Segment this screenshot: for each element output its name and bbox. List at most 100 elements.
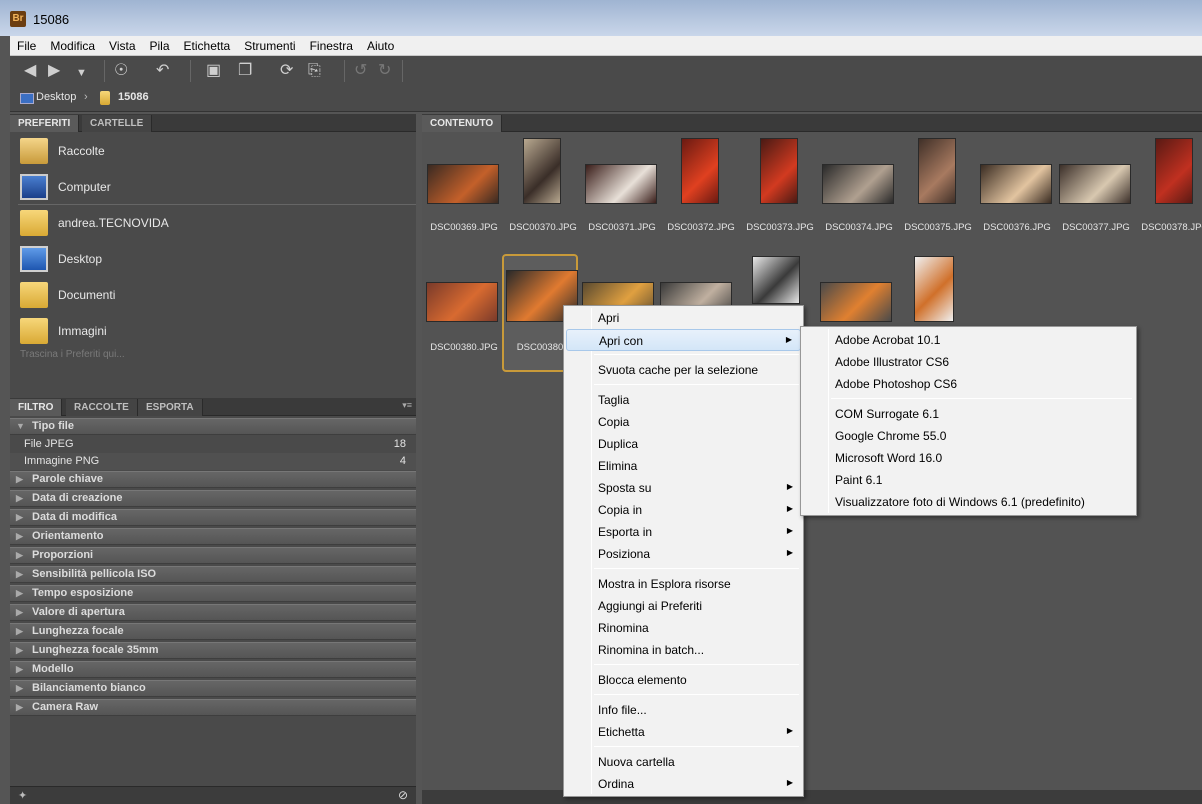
collapsed-triangle-icon: ▶ — [16, 702, 23, 712]
pin-icon[interactable]: ✦ — [18, 789, 27, 802]
thumbnail-image — [585, 164, 657, 204]
filter-png[interactable]: Immagine PNG 4 — [10, 453, 416, 470]
menu-item[interactable]: Etichetta ▶ — [566, 721, 801, 743]
filter-category[interactable]: ▶ Data di creazione — [10, 490, 416, 507]
bridge-app-icon: Br — [10, 11, 26, 27]
menu-item[interactable]: Apri con ▶ — [566, 329, 801, 351]
refine-icon[interactable]: ❐ — [238, 62, 252, 80]
filter-jpeg[interactable]: File JPEG 18 — [10, 436, 416, 453]
menu-item[interactable]: Copia — [566, 411, 801, 433]
rotate-right-icon[interactable]: ↻ — [378, 62, 391, 80]
thumbnail[interactable]: DSC00380.JPG — [424, 254, 500, 372]
menu-item[interactable]: Taglia — [566, 389, 801, 411]
thumbnail[interactable]: DSC00378.JPG — [1135, 134, 1202, 252]
menu-item[interactable]: Visualizzatore foto di Windows 6.1 (pred… — [803, 491, 1134, 513]
filter-category[interactable]: ▶ Lunghezza focale — [10, 623, 416, 640]
menu-aiuto[interactable]: Aiuto — [360, 36, 401, 53]
favorite-immagini[interactable]: Immagini — [18, 314, 408, 348]
menu-item[interactable]: Info file... — [566, 699, 801, 721]
menu-item[interactable]: Blocca elemento — [566, 669, 801, 691]
reveal-recent-icon[interactable]: ☉ — [114, 62, 128, 80]
menu-etichetta[interactable]: Etichetta — [177, 36, 238, 53]
thumbnail[interactable]: DSC00376.JPG — [977, 134, 1053, 252]
menu-item[interactable]: Microsoft Word 16.0 — [803, 447, 1134, 469]
menu-item[interactable]: Aggiungi ai Preferiti — [566, 595, 801, 617]
filter-category[interactable]: ▶ Camera Raw — [10, 699, 416, 716]
history-dropdown-icon[interactable]: ▼ — [76, 64, 87, 82]
collapsed-triangle-icon: ▶ — [16, 569, 23, 579]
filter-category[interactable]: ▶ Data di modifica — [10, 509, 416, 526]
thumbnail[interactable]: DSC00371.JPG — [582, 134, 658, 252]
menu-vista[interactable]: Vista — [102, 36, 142, 53]
forward-arrow-icon[interactable]: ▶ — [48, 62, 60, 80]
breadcrumb-current[interactable]: 15086 — [118, 91, 149, 103]
thumbnail-image[interactable] — [820, 282, 892, 322]
menu-item[interactable]: Ordina ▶ — [566, 773, 801, 795]
favorite-computer[interactable]: Computer — [18, 170, 408, 204]
panel-menu-icon[interactable]: ▾≡ — [402, 400, 412, 411]
tab-preferiti[interactable]: PREFERITI — [10, 115, 80, 132]
menu-item[interactable]: Apri — [566, 307, 801, 329]
menu-item[interactable]: Mostra in Esplora risorse — [566, 573, 801, 595]
menu-item[interactable]: Posiziona ▶ — [566, 543, 801, 565]
filter-category[interactable]: ▶ Proporzioni — [10, 547, 416, 564]
thumbnail[interactable]: DSC00373.JPG — [740, 134, 816, 252]
filter-category[interactable]: ▶ Lunghezza focale 35mm — [10, 642, 416, 659]
thumbnail[interactable]: DSC00377.JPG — [1056, 134, 1132, 252]
tab-raccolte[interactable]: RACCOLTE — [66, 399, 138, 416]
menu-finestra[interactable]: Finestra — [303, 36, 360, 53]
favorite-desktop[interactable]: Desktop — [18, 242, 408, 276]
tab-contenuto[interactable]: CONTENUTO — [422, 115, 503, 132]
menu-item[interactable]: Nuova cartella — [566, 751, 801, 773]
thumbnail[interactable]: DSC00374.JPG — [819, 134, 895, 252]
filter-category[interactable]: ▶ Bilanciamento bianco — [10, 680, 416, 697]
thumbnail[interactable]: DSC00372.JPG — [661, 134, 737, 252]
clear-filter-icon[interactable]: ⊘ — [398, 788, 408, 802]
refresh-icon[interactable]: ⟳ — [280, 62, 293, 80]
menu-item[interactable]: Sposta su ▶ — [566, 477, 801, 499]
thumbnail[interactable]: DSC00369.JPG — [424, 134, 500, 252]
menu-item[interactable]: Adobe Acrobat 10.1 — [803, 329, 1134, 351]
menu-item[interactable]: Esporta in ▶ — [566, 521, 801, 543]
menu-separator — [831, 398, 1132, 399]
menu-modifica[interactable]: Modifica — [43, 36, 102, 53]
tab-cartelle[interactable]: CARTELLE — [82, 115, 153, 132]
collapsed-triangle-icon: ▶ — [16, 588, 23, 598]
filter-category[interactable]: ▶ Parole chiave — [10, 471, 416, 488]
menu-item[interactable]: Adobe Illustrator CS6 — [803, 351, 1134, 373]
menu-item[interactable]: COM Surrogate 6.1 — [803, 403, 1134, 425]
breadcrumb-desktop[interactable]: Desktop — [36, 91, 76, 103]
thumbnail[interactable]: DSC00375.JPG — [898, 134, 974, 252]
filter-category[interactable]: ▶ Sensibilità pellicola ISO — [10, 566, 416, 583]
filter-category[interactable]: ▶ Tempo esposizione — [10, 585, 416, 602]
rotate-left-icon[interactable]: ↺ — [354, 62, 367, 80]
menu-item[interactable]: Rinomina in batch... — [566, 639, 801, 661]
menu-item[interactable]: Svuota cache per la selezione — [566, 359, 801, 381]
thumbnail-image[interactable] — [914, 256, 954, 322]
thumbnail[interactable]: DSC00370.JPG — [503, 134, 579, 252]
menu-item[interactable]: Elimina — [566, 455, 801, 477]
menu-pila[interactable]: Pila — [143, 36, 177, 53]
thumbnail-image[interactable] — [752, 256, 800, 304]
menu-strumenti[interactable]: Strumenti — [237, 36, 302, 53]
filter-category-tipo-file[interactable]: ▼ Tipo file — [10, 418, 416, 435]
menu-item[interactable]: Rinomina — [566, 617, 801, 639]
tab-filtro[interactable]: FILTRO — [10, 399, 63, 416]
menu-item[interactable]: Paint 6.1 — [803, 469, 1134, 491]
favorite-raccolte[interactable]: Raccolte — [18, 134, 408, 168]
menu-item[interactable]: Copia in ▶ — [566, 499, 801, 521]
return-to-adobe-icon[interactable]: ↶ — [156, 62, 169, 80]
back-arrow-icon[interactable]: ◀ — [24, 62, 36, 80]
tab-esporta[interactable]: ESPORTA — [138, 399, 203, 416]
filter-category[interactable]: ▶ Modello — [10, 661, 416, 678]
filter-category[interactable]: ▶ Valore di apertura — [10, 604, 416, 621]
menu-item[interactable]: Adobe Photoshop CS6 — [803, 373, 1134, 395]
output-icon[interactable]: ⎘ — [308, 62, 321, 80]
camera-import-icon[interactable]: ▣ — [206, 62, 221, 80]
menu-item[interactable]: Duplica — [566, 433, 801, 455]
menu-item[interactable]: Google Chrome 55.0 — [803, 425, 1134, 447]
menu-file[interactable]: File — [10, 36, 43, 53]
favorite-user-folder[interactable]: andrea.TECNOVIDA — [18, 206, 408, 240]
filter-category[interactable]: ▶ Orientamento — [10, 528, 416, 545]
favorite-documenti[interactable]: Documenti — [18, 278, 408, 312]
